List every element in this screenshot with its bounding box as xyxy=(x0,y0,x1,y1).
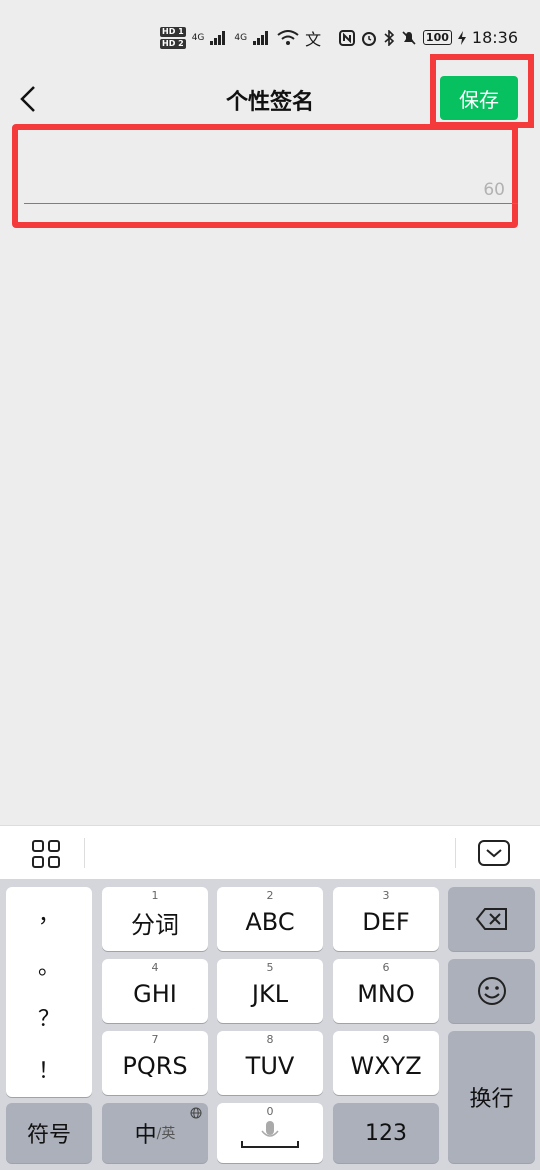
nfc-icon xyxy=(338,29,355,46)
signature-input[interactable] xyxy=(24,136,512,196)
bluetooth-icon xyxy=(384,29,395,46)
key-number: 7 xyxy=(151,1033,159,1046)
apps-grid-icon[interactable] xyxy=(32,840,60,868)
emoji-key[interactable] xyxy=(448,959,535,1023)
key-label: DEF xyxy=(362,908,410,936)
punct-period[interactable]: 。 xyxy=(6,949,92,981)
toolbar-divider xyxy=(84,838,85,868)
signal2-label: 4G xyxy=(234,33,248,43)
char-counter: 60 xyxy=(483,180,505,200)
alarm-icon xyxy=(361,31,376,46)
key-number: 1 xyxy=(151,889,159,902)
key-ghi[interactable]: 4 GHI xyxy=(102,959,208,1023)
status-right: 100 18:36 xyxy=(338,28,518,47)
enter-label: 换行 xyxy=(469,1087,514,1112)
punctuation-column[interactable]: ， 。 ？ ！ xyxy=(6,887,92,1097)
backspace-icon xyxy=(475,908,507,930)
signal1-label: 4G xyxy=(191,33,205,43)
key-label: ABC xyxy=(245,908,295,936)
charging-icon xyxy=(457,30,466,45)
zh-label: 中 xyxy=(134,1123,157,1148)
input-underline xyxy=(24,203,518,204)
key-wxyz[interactable]: 9 WXYZ xyxy=(333,1031,439,1095)
punct-comma[interactable]: ， xyxy=(6,897,92,929)
key-pqrs[interactable]: 7 PQRS xyxy=(102,1031,208,1095)
key-def[interactable]: 3 DEF xyxy=(333,887,439,951)
key-tuv[interactable]: 8 TUV xyxy=(217,1031,323,1095)
punct-exclaim[interactable]: ！ xyxy=(6,1053,92,1085)
key-mno[interactable]: 6 MNO xyxy=(333,959,439,1023)
hd2-badge: HD 2 xyxy=(160,39,186,49)
signal2-icon xyxy=(253,31,269,45)
key-number: 5 xyxy=(266,961,274,974)
key-label: 分词 xyxy=(131,910,179,939)
key-label: PQRS xyxy=(122,1052,188,1080)
key-number: 0 xyxy=(266,1105,274,1118)
hd-badges: HD 1 HD 2 xyxy=(160,27,186,49)
key-number: 2 xyxy=(266,889,274,902)
wifi-icon xyxy=(277,30,299,45)
keyboard-toolbar xyxy=(0,825,540,879)
status-left: HD 1 HD 2 4G 4G 文 xyxy=(160,26,321,50)
mute-bell-icon xyxy=(402,30,416,45)
symbols-key[interactable]: 符号 xyxy=(6,1103,92,1163)
key-fenci[interactable]: 1 分词 xyxy=(102,887,208,951)
punct-question[interactable]: ？ xyxy=(6,1001,92,1033)
numbers-label: 123 xyxy=(365,1120,407,1146)
key-label: GHI xyxy=(133,980,177,1008)
key-label: JKL xyxy=(251,980,289,1008)
key-number: 6 xyxy=(382,961,390,974)
en-sub-label: /英 xyxy=(156,1126,176,1142)
microphone-icon xyxy=(241,1121,299,1148)
key-label: TUV xyxy=(245,1052,295,1080)
backspace-key[interactable] xyxy=(448,887,535,951)
lang-switch-key[interactable]: 中 /英 xyxy=(102,1103,208,1163)
enter-key[interactable]: 换行 xyxy=(448,1031,535,1163)
battery-level: 100 xyxy=(422,30,452,45)
symbols-label: 符号 xyxy=(26,1123,71,1148)
signal1-icon xyxy=(210,31,226,45)
key-number: 3 xyxy=(382,889,390,902)
hide-keyboard-icon[interactable] xyxy=(478,840,510,866)
key-number: 4 xyxy=(151,961,159,974)
space-voice-key[interactable]: 0 xyxy=(217,1103,323,1163)
keyboard: ， 。 ？ ！ 1 分词 2 ABC 3 DEF 4 GHI 5 JKL 6 M… xyxy=(0,879,540,1170)
toolbar-divider xyxy=(455,838,456,868)
key-abc[interactable]: 2 ABC xyxy=(217,887,323,951)
key-number: 9 xyxy=(382,1033,390,1046)
clock: 18:36 xyxy=(471,28,518,47)
emoji-icon xyxy=(477,977,506,1005)
hd1-badge: HD 1 xyxy=(160,27,186,37)
key-number: 8 xyxy=(266,1033,274,1046)
key-label: MNO xyxy=(357,980,415,1008)
key-label: WXYZ xyxy=(350,1052,422,1080)
ime-indicator: 文 xyxy=(305,30,322,49)
globe-icon xyxy=(190,1107,202,1119)
save-button[interactable]: 保存 xyxy=(440,76,518,120)
key-jkl[interactable]: 5 JKL xyxy=(217,959,323,1023)
numbers-key[interactable]: 123 xyxy=(333,1103,439,1163)
